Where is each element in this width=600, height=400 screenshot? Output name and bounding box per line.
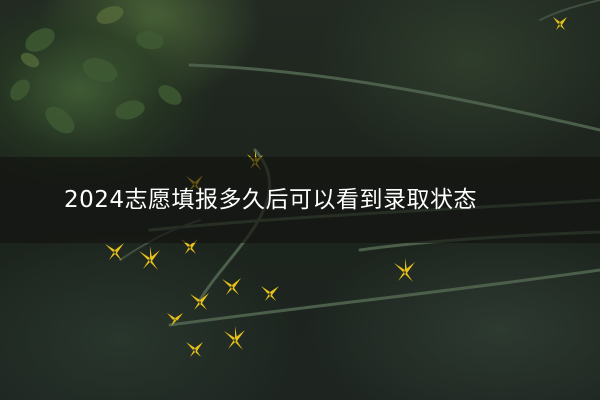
background-photo: 2024志愿填报多久后可以看到录取状态 xyxy=(0,0,600,400)
article-title: 2024志愿填报多久后可以看到录取状态 xyxy=(64,187,478,213)
leaves xyxy=(10,28,182,134)
